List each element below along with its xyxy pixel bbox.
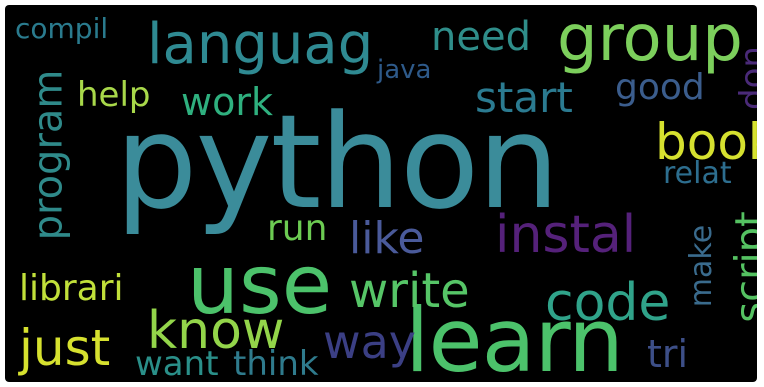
word-cloud: python learn use languag group compil ne… (5, 5, 757, 382)
word-way: way (323, 315, 417, 369)
word-help: help (77, 75, 151, 115)
word-good: good (615, 67, 705, 108)
word-run: run (267, 208, 328, 249)
word-work: work (181, 80, 273, 124)
word-relat: relat (663, 156, 732, 191)
word-tri: tri (647, 332, 689, 376)
word-want: want (135, 344, 219, 382)
word-librari: librari (19, 268, 124, 309)
word-start: start (475, 73, 573, 122)
word-make: make (684, 224, 720, 308)
word-like: like (349, 213, 425, 264)
word-don: don (732, 46, 757, 110)
word-just: just (19, 319, 111, 377)
word-code: code (545, 273, 671, 333)
word-compil: compil (15, 12, 109, 45)
word-write: write (349, 263, 470, 319)
word-script: script (727, 211, 757, 323)
word-need: need (431, 14, 531, 60)
word-think: think (233, 344, 319, 382)
word-languag: languag (147, 12, 374, 77)
word-program: program (25, 69, 72, 241)
word-group: group (557, 5, 743, 76)
word-instal: instal (495, 205, 637, 265)
word-java: java (377, 55, 432, 85)
